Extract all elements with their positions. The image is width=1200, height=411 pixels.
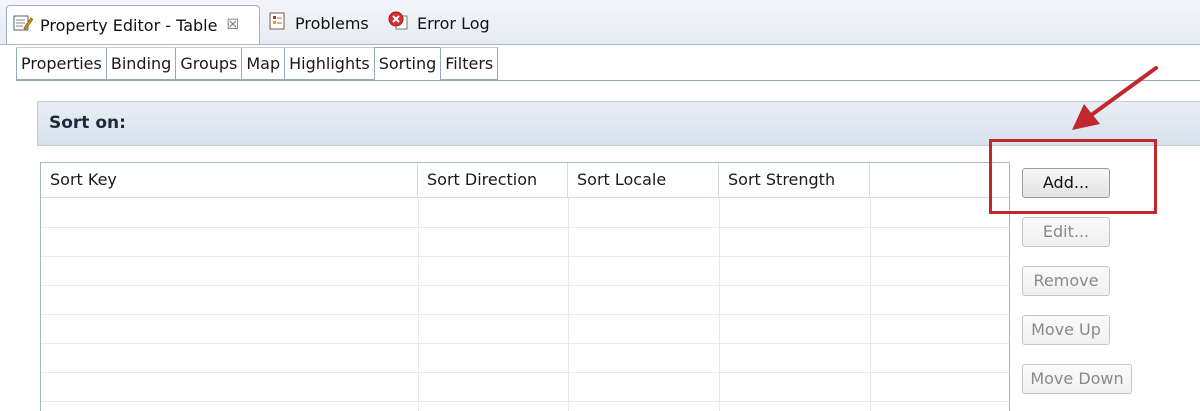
table-cell (568, 372, 720, 401)
view-tab-bar: Property Editor - Table ☒ Problems Error… (0, 0, 1200, 45)
tab-map[interactable]: Map (241, 47, 285, 80)
table-cell (719, 198, 871, 227)
close-icon[interactable]: ☒ (226, 17, 239, 33)
tab-property-editor[interactable]: Property Editor - Table ☒ (6, 5, 260, 44)
table-cell (870, 314, 1009, 343)
move-up-button[interactable]: Move Up (1022, 315, 1110, 345)
table-cell (870, 372, 1009, 401)
table-cell (568, 227, 720, 256)
tab-label: Problems (295, 13, 369, 33)
table-cell (719, 256, 871, 285)
column-header-sort-direction[interactable]: Sort Direction (418, 163, 568, 197)
table-cell (568, 198, 720, 227)
table-cell (41, 285, 419, 314)
tab-divider (16, 80, 1200, 81)
table-cell (418, 401, 569, 411)
remove-button[interactable]: Remove (1022, 266, 1110, 296)
table-row (41, 285, 1009, 315)
table-cell (568, 256, 720, 285)
table-cell (719, 343, 871, 372)
table-row (41, 314, 1009, 344)
tab-properties[interactable]: Properties (16, 47, 106, 80)
table-cell (418, 198, 569, 227)
property-editor-icon (13, 14, 34, 36)
table-cell (870, 401, 1009, 411)
table-cell (568, 343, 720, 372)
table-cell (870, 227, 1009, 256)
table-header: Sort Key Sort Direction Sort Locale Sort… (41, 163, 1009, 198)
table-cell (41, 343, 419, 372)
section-title: Sort on: (49, 113, 126, 133)
table-row (41, 343, 1009, 373)
tab-filters[interactable]: Filters (440, 47, 499, 80)
table-cell (41, 227, 419, 256)
table-cell (568, 285, 720, 314)
table-cell (41, 198, 419, 227)
sort-table[interactable]: Sort Key Sort Direction Sort Locale Sort… (40, 162, 1010, 411)
table-cell (418, 314, 569, 343)
tab-problems[interactable]: Problems (268, 4, 369, 42)
problems-icon (268, 12, 288, 34)
table-row (41, 256, 1009, 286)
table-cell (870, 343, 1009, 372)
table-cell (41, 401, 419, 411)
move-down-button[interactable]: Move Down (1022, 364, 1132, 394)
table-cell (41, 314, 419, 343)
table-cell (418, 256, 569, 285)
tab-label: Error Log (417, 13, 490, 33)
table-cell (719, 227, 871, 256)
tab-binding[interactable]: Binding (105, 47, 176, 80)
tab-sorting[interactable]: Sorting (373, 47, 441, 80)
table-row (41, 198, 1009, 228)
table-cell (418, 343, 569, 372)
table-cell (719, 314, 871, 343)
error-log-icon (388, 11, 410, 35)
table-cell (719, 285, 871, 314)
tab-highlights[interactable]: Highlights (284, 47, 374, 80)
tab-groups[interactable]: Groups (175, 47, 242, 80)
table-cell (41, 256, 419, 285)
table-cell (418, 285, 569, 314)
column-header-sort-locale[interactable]: Sort Locale (568, 163, 719, 197)
tab-label: Property Editor - Table (40, 15, 218, 35)
table-cell (418, 227, 569, 256)
table-cell (870, 256, 1009, 285)
annotation-arrow-icon (1072, 66, 1158, 130)
property-tab-bar: Properties Binding Groups Map Highlights… (16, 47, 499, 80)
edit-button[interactable]: Edit... (1022, 217, 1110, 247)
column-header-sort-key[interactable]: Sort Key (41, 163, 418, 197)
table-cell (870, 285, 1009, 314)
table-row (41, 227, 1009, 257)
table-cell (568, 401, 720, 411)
table-cell (41, 372, 419, 401)
highlight-box (989, 139, 1157, 214)
table-row (41, 372, 1009, 402)
column-header-sort-strength[interactable]: Sort Strength (719, 163, 870, 197)
tab-error-log[interactable]: Error Log (388, 4, 490, 42)
table-row (41, 401, 1009, 411)
table-cell (568, 314, 720, 343)
table-cell (418, 372, 569, 401)
table-cell (719, 401, 871, 411)
table-cell (719, 372, 871, 401)
